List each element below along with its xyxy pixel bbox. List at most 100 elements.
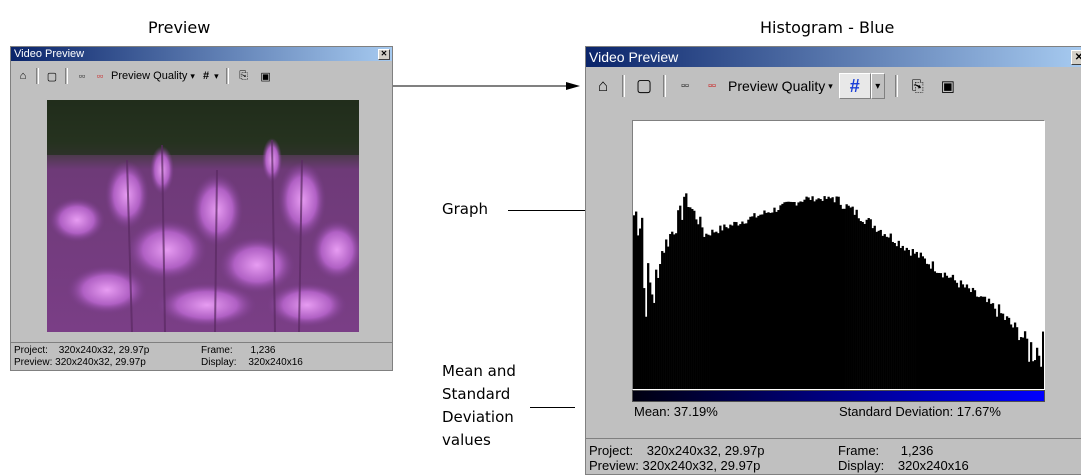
histogram-bar: [899, 247, 902, 389]
histogram-bar: [923, 258, 927, 389]
grid-icon[interactable]: #: [203, 70, 209, 82]
histogram-bar: [797, 202, 800, 389]
histogram-bar: [907, 249, 910, 389]
histogram-bar: [989, 303, 993, 389]
preview-quality-button[interactable]: Preview Quality ▾: [111, 70, 195, 82]
histogram-bar: [809, 199, 812, 389]
histogram-bar: [815, 199, 818, 389]
histogram-bar: [713, 232, 716, 389]
preview-value: 320x240x32, 29.97p: [55, 357, 146, 368]
split-screen-icon[interactable]: ▫▫: [73, 71, 91, 81]
copy-snapshot-icon[interactable]: ⎘: [908, 78, 928, 95]
histogram-bar: [703, 236, 706, 389]
histogram-bar: [799, 201, 802, 389]
histogram-bar: [943, 272, 947, 389]
properties-icon[interactable]: ⌂: [15, 70, 31, 82]
histogram-bar: [643, 288, 646, 389]
save-snapshot-icon[interactable]: ▣: [258, 70, 274, 83]
histogram-bar: [709, 235, 712, 389]
histogram-bar: [1005, 316, 1009, 389]
histogram-bar: [937, 272, 941, 389]
histogram-bar: [659, 264, 662, 389]
histogram-bar: [705, 233, 708, 389]
histogram-bar: [949, 277, 953, 389]
histogram-bar: [881, 235, 884, 389]
histogram-bar: [829, 198, 832, 389]
histogram-bar: [979, 296, 983, 389]
histogram-bar: [985, 302, 989, 389]
copy-snapshot-icon[interactable]: ⎘: [236, 70, 252, 83]
histogram-bar: [1027, 361, 1031, 389]
grid-icon[interactable]: #: [838, 73, 871, 99]
histogram-bar: [653, 302, 656, 389]
histogram-bar: [763, 210, 766, 389]
save-snapshot-icon[interactable]: ▣: [938, 77, 958, 95]
chevron-down-icon: ▾: [828, 80, 833, 91]
histogram-bar: [745, 223, 748, 389]
histogram-bar: [731, 225, 734, 389]
histogram-bar: [663, 252, 666, 389]
histogram-bar: [655, 269, 658, 389]
histogram-bar: [721, 230, 724, 389]
histogram-bar: [1003, 319, 1007, 389]
histogram-bar: [757, 215, 760, 389]
histogram-bar: [1017, 340, 1021, 389]
histogram-bar: [911, 249, 914, 389]
histogram-bar: [909, 255, 912, 389]
histogram-bar: [669, 234, 672, 389]
histogram-bar: [897, 240, 900, 389]
preview-quality-button[interactable]: Preview Quality ▾: [728, 78, 833, 94]
overlay-icon[interactable]: ▢: [633, 76, 655, 96]
histogram-bar: [941, 277, 945, 389]
histogram-bar: [967, 288, 971, 389]
histogram-bar: [773, 207, 776, 389]
histogram-bar: [725, 227, 728, 389]
toolbar: ⌂ ▢ ▫▫ ▫▫ Preview Quality ▾ # ▾ ⎘ ▣: [11, 61, 392, 91]
histogram-bar: [993, 308, 997, 389]
histogram-bar: [935, 272, 939, 389]
histogram-bar: [715, 231, 718, 389]
chevron-down-icon: ▾: [190, 70, 195, 81]
histogram-bar: [1031, 361, 1035, 389]
close-icon[interactable]: ✕: [378, 48, 390, 60]
histogram-bar: [833, 202, 836, 389]
split-screen-off-icon[interactable]: ▫▫: [700, 80, 724, 92]
histogram-bar: [1011, 327, 1015, 389]
histogram-bar: [839, 204, 842, 389]
histogram-bar: [869, 219, 872, 389]
grid-dropdown-icon[interactable]: ▾: [214, 71, 219, 82]
histogram-bar: [665, 239, 668, 389]
split-screen-icon[interactable]: ▫▫: [674, 80, 696, 92]
histogram-bar: [981, 296, 985, 389]
preview-value: 320x240x32, 29.97p: [642, 458, 761, 473]
histogram-bar: [893, 243, 896, 389]
histogram-bar: [837, 196, 840, 389]
histogram-bar: [933, 271, 937, 389]
standard-deviation-value: Standard Deviation: 17.67%: [839, 404, 1001, 419]
properties-icon[interactable]: ⌂: [592, 76, 614, 96]
histogram-bar: [945, 275, 949, 389]
histogram-bar: [891, 241, 894, 389]
overlay-icon[interactable]: ▢: [44, 70, 60, 83]
histogram-bar: [729, 224, 732, 389]
histogram-bar: [635, 211, 638, 389]
close-icon[interactable]: ✕: [1071, 49, 1081, 65]
histogram-bar: [647, 263, 650, 389]
histogram-bar: [759, 214, 762, 389]
histogram-bar: [1019, 337, 1023, 389]
histogram-bar: [711, 229, 714, 389]
histogram-bar: [787, 201, 790, 389]
histogram-bar: [1007, 317, 1011, 389]
histogram-bar: [901, 245, 904, 389]
split-screen-off-icon[interactable]: ▫▫: [91, 71, 109, 81]
histogram-bar: [867, 218, 870, 389]
histogram-bar: [953, 280, 957, 389]
histogram-bar: [693, 210, 696, 389]
grid-dropdown-icon[interactable]: ▾: [870, 73, 885, 99]
histogram-bar: [973, 290, 977, 389]
histogram-bar: [723, 224, 726, 389]
histogram-bar: [719, 225, 722, 389]
histogram-bar: [679, 205, 682, 389]
histogram-bar: [965, 284, 969, 389]
histogram-bar: [739, 224, 742, 389]
